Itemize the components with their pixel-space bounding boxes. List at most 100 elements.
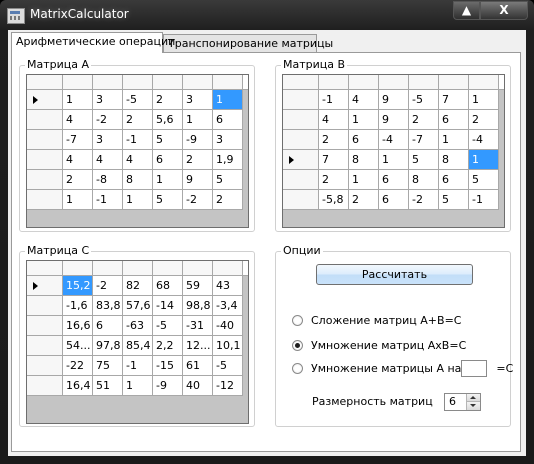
grid-column-header-cell[interactable] [93,75,123,89]
grid-cell[interactable]: 2,2 [153,336,183,356]
grid-cell[interactable]: 1 [213,90,243,110]
grid-cell[interactable]: 5,6 [153,110,183,130]
tab-arithmetic[interactable]: Арифметические операции [11,32,175,53]
radio-multiply-option[interactable]: Умножение матриц АхВ=С [292,337,466,353]
row-header[interactable] [283,170,319,190]
grid-cell[interactable]: 6 [349,130,379,150]
grid-cell[interactable]: 2 [183,150,213,170]
grid-cell[interactable]: 15,2 [63,276,93,296]
grid-cell[interactable]: 8 [123,170,153,190]
grid-column-header-cell[interactable] [183,261,213,275]
grid-cell[interactable]: 6 [153,150,183,170]
grid-cell[interactable]: -7 [409,130,439,150]
grid-cell[interactable]: 98,8 [183,296,213,316]
dimension-stepper[interactable]: 6 [444,393,481,411]
matrix-b-grid[interactable]: -1 4 9 -5 7 1 4 1 9 2 6 2 2 6 -4 -7 1 -4 7 8 1 5 8 1 2 1 6 8 6 5 -5,8 2… [282,74,505,228]
row-header[interactable] [27,170,63,190]
row-header[interactable] [283,130,319,150]
close-button[interactable]: X [480,1,528,20]
grid-cell[interactable]: 10,1 [213,336,243,356]
grid-cell[interactable]: 7 [319,150,349,170]
grid-cell[interactable]: -8 [93,170,123,190]
grid-cell[interactable]: 4 [63,110,93,130]
row-header[interactable] [283,150,319,170]
grid-column-header-cell[interactable] [93,261,123,275]
grid-cell[interactable]: 1 [469,150,499,170]
radio-scalar-label[interactable]: Умножение матрицы А на [311,362,461,375]
grid-cell[interactable]: 83,8 [93,296,123,316]
grid-cell[interactable]: 4 [123,150,153,170]
grid-cell[interactable]: 57,6 [123,296,153,316]
grid-cell[interactable]: 1 [183,110,213,130]
grid-cell[interactable]: 3 [93,90,123,110]
matrix-c-grid[interactable]: 15,2 -2 82 68 59 43 -1,6 83,8 57,6 -14 98,8 -3,4 16,… [26,260,249,424]
grid-cell[interactable]: 5 [469,170,499,190]
grid-cell[interactable]: -5 [409,90,439,110]
grid-cell[interactable]: -1 [319,90,349,110]
row-header[interactable] [27,110,63,130]
row-header[interactable] [27,296,63,316]
grid-cell[interactable]: 1 [153,170,183,190]
grid-column-header-cell[interactable] [319,75,349,89]
row-header[interactable] [283,190,319,210]
radio-add-option[interactable]: Сложение матриц А+В=С [292,312,461,328]
grid-cell[interactable]: -22 [63,356,93,376]
grid-cell[interactable]: 1 [123,190,153,210]
grid-cell[interactable]: 6 [93,316,123,336]
dimension-value[interactable]: 6 [449,395,456,408]
grid-cell[interactable]: -1 [93,190,123,210]
grid-cell[interactable]: 6 [379,170,409,190]
grid-cell[interactable]: 6 [439,170,469,190]
grid-column-header-cell[interactable] [349,75,379,89]
grid-cell[interactable]: 5 [213,170,243,190]
grid-column-header-cell[interactable] [379,75,409,89]
grid-cell[interactable]: 59 [183,276,213,296]
grid-column-header-cell[interactable] [123,261,153,275]
row-header[interactable] [27,336,63,356]
grid-cell[interactable]: 40 [183,376,213,396]
grid-cell[interactable]: 6 [213,110,243,130]
grid-cell[interactable]: -1 [123,130,153,150]
grid-cell[interactable]: 1 [439,130,469,150]
grid-cell[interactable]: 5 [409,150,439,170]
grid-cell[interactable]: -1 [123,356,153,376]
radio-scalar-option[interactable]: Умножение матрицы А на =С [292,359,513,378]
grid-column-header-cell[interactable] [183,75,213,89]
grid-cell[interactable]: -9 [183,130,213,150]
grid-cell[interactable]: 2 [319,130,349,150]
grid-cell[interactable]: -5,8 [319,190,349,210]
grid-cell[interactable]: 1,9 [213,150,243,170]
row-header[interactable] [27,190,63,210]
grid-column-header-cell[interactable] [63,261,93,275]
row-header[interactable] [27,130,63,150]
grid-cell[interactable]: 16,6 [63,316,93,336]
radio-multiply-label[interactable]: Умножение матриц АхВ=С [311,339,466,352]
grid-cell[interactable]: -9 [153,376,183,396]
grid-cell[interactable]: 8 [409,170,439,190]
grid-cell[interactable]: 2 [469,110,499,130]
row-header[interactable] [283,90,319,110]
grid-cell[interactable]: 2 [213,190,243,210]
grid-cell[interactable]: -15 [153,356,183,376]
grid-cell[interactable]: 6 [439,110,469,130]
grid-cell[interactable]: 4 [63,150,93,170]
row-header[interactable] [27,316,63,336]
grid-cell[interactable]: 1 [63,90,93,110]
calculate-button[interactable]: Рассчитать [316,264,473,285]
grid-cell[interactable]: 4 [319,110,349,130]
row-header[interactable] [27,356,63,376]
grid-cell[interactable]: -5 [153,316,183,336]
grid-cell[interactable]: 1 [63,190,93,210]
radio-scalar[interactable] [292,363,303,374]
grid-cell[interactable]: -5 [213,356,243,376]
grid-cell[interactable]: 5 [153,130,183,150]
grid-cell[interactable]: -2 [183,190,213,210]
grid-cell[interactable]: 3 [93,130,123,150]
grid-cell[interactable]: 9 [183,170,213,190]
grid-column-header-cell[interactable] [63,75,93,89]
stepper-down-icon[interactable] [467,402,480,410]
grid-cell[interactable]: 54... [63,336,93,356]
grid-cell[interactable]: 68 [153,276,183,296]
grid-cell[interactable]: -63 [123,316,153,336]
grid-cell[interactable]: -1,6 [63,296,93,316]
